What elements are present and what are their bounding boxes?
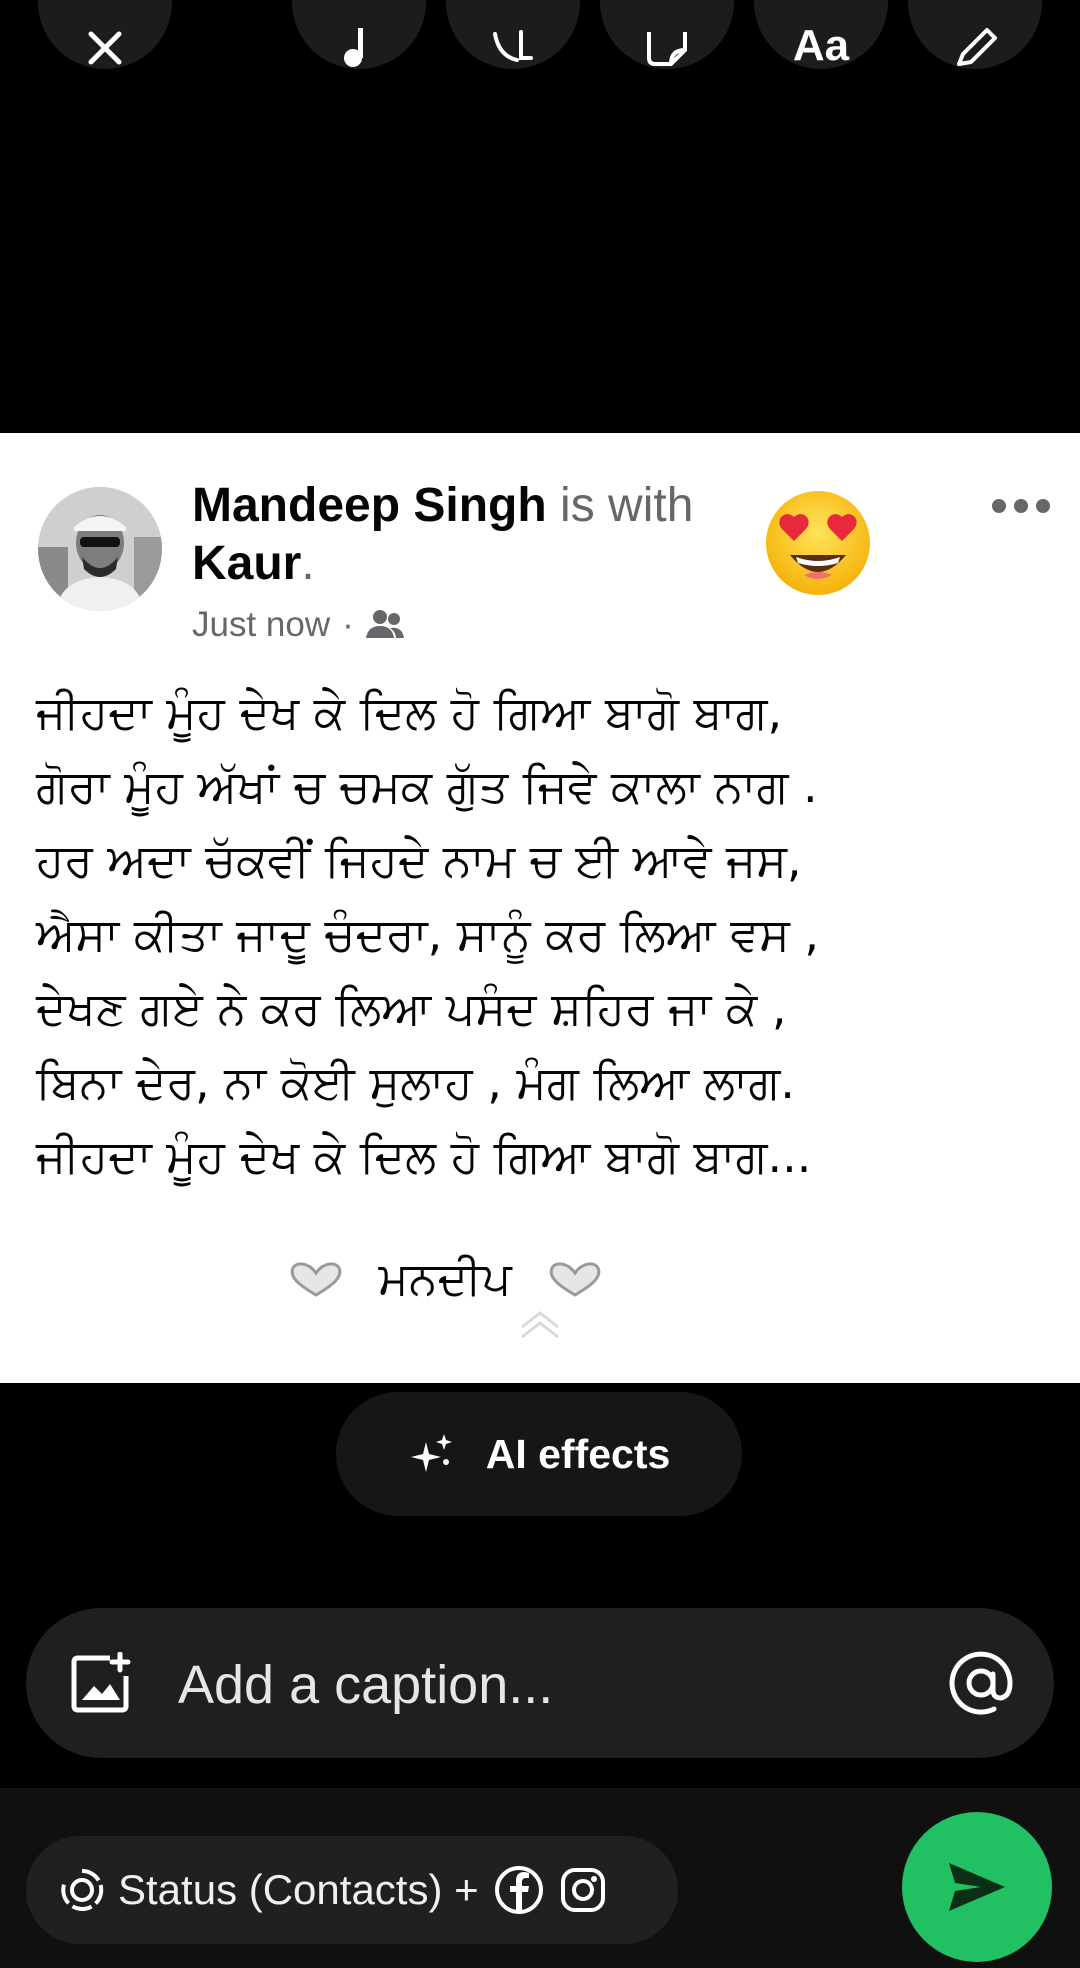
heart-eyes-emoji: [766, 491, 870, 595]
send-button[interactable]: [902, 1812, 1052, 1962]
tagged-suffix: .: [301, 537, 315, 590]
share-destination-button[interactable]: Status (Contacts) +: [26, 1836, 678, 1944]
avatar: [38, 487, 162, 611]
add-photo-icon[interactable]: [70, 1652, 132, 1714]
poem-line: ਗੋਰਾ ਮੂੰਹ ਅੱਖਾਂ ਚ ਚਮਕ ਗੁੱਤ ਜਿਵੇ ਕਾਲਾ ਨਾਗ…: [36, 759, 818, 813]
text-button[interactable]: Aa: [754, 0, 888, 70]
at-icon[interactable]: [948, 1650, 1014, 1716]
poem-line: ਐਸਾ ਕੀਤਾ ਜਾਦੂ ਚੰਦਰਾ, ਸਾਨੂੰ ਕਰ ਲਿਆ ਵਸ ,: [36, 907, 819, 961]
poem-line: ਹਰ ਅਦਾ ਚੱਕਵੀਂ ਜਿਹਦੇ ਨਾਮ ਚ ਈ ਆਵੇ ਜਸ,: [36, 833, 802, 887]
poem-line: ਦੇਖਣ ਗਏ ਨੇ ਕਰ ਲਿਆ ਪਸੰਦ ਸ਼ਹਿਰ ਜਾ ਕੇ ,: [36, 981, 787, 1035]
crop-rotate-button[interactable]: [446, 0, 580, 69]
ai-effects-label: AI effects: [485, 1430, 671, 1477]
bottom-bar: Status (Contacts) +: [0, 1788, 1080, 1968]
post-header: Mandeep Singh is with Kaur.: [192, 477, 752, 593]
chevron-up-icon[interactable]: [518, 1309, 562, 1339]
friends-icon: [365, 610, 404, 638]
poem-line: ਜੀਹਦਾ ਮੂੰਹ ਦੇਖ ਕੇ ਦਿਲ ਹੋ ਗਿਆ ਬਾਗੋ ਬਾਗ,: [36, 685, 783, 739]
text-label: Aa: [792, 21, 850, 70]
post-time: Just now: [192, 605, 331, 644]
author-name[interactable]: Mandeep Singh: [192, 479, 547, 532]
sticker-icon: [647, 32, 687, 66]
draw-button[interactable]: [908, 0, 1042, 69]
close-button[interactable]: [38, 0, 172, 69]
ai-effects-button[interactable]: AI effects: [336, 1392, 742, 1516]
music-icon: [344, 28, 363, 67]
pencil-icon: [957, 28, 997, 66]
sparkles-icon: [410, 1434, 452, 1472]
facebook-icon: [494, 1866, 543, 1914]
crop-rotate-icon: [493, 30, 533, 62]
signature-text: ਮਨਦੀਪ: [378, 1251, 512, 1305]
shared-post-card[interactable]: Mandeep Singh is with Kaur. Just now · ਜ…: [0, 433, 1080, 1383]
status-icon: [61, 1868, 104, 1911]
meta-separator: ·: [342, 605, 354, 644]
sticker-button[interactable]: [600, 0, 734, 69]
close-icon: [88, 31, 122, 65]
poem-line: ਜੀਹਦਾ ਮੂੰਹ ਦੇਖ ਕੇ ਦਿਲ ਹੋ ਗਿਆ ਬਾਗੋ ਬਾਗ...: [36, 1129, 812, 1183]
caption-bar[interactable]: Add a caption...: [26, 1608, 1054, 1758]
poem-line: ਬਿਨਾ ਦੇਰ, ਨਾ ਕੋਈ ਸੁਲਾਹ , ਮੰਗ ਲਿਆ ਲਾਗ.: [36, 1055, 795, 1109]
more-options-button[interactable]: [992, 499, 1050, 513]
music-button[interactable]: [292, 0, 426, 69]
signature-line: ਮਨਦੀਪ: [280, 1251, 610, 1307]
instagram-icon: [560, 1868, 605, 1912]
post-meta: Just now ·: [192, 605, 404, 645]
tagged-name[interactable]: Kaur: [192, 537, 301, 590]
post-text: ਜੀਹਦਾ ਮੂੰਹ ਦੇਖ ਕੇ ਦਿਲ ਹੋ ਗਿਆ ਬਾਗੋ ਬਾਗ, ਗ…: [36, 675, 1056, 1193]
share-destination-label: Status (Contacts) +: [118, 1866, 479, 1913]
heart-hands-icon: [549, 1262, 600, 1297]
heart-hands-icon: [290, 1262, 341, 1297]
send-icon: [949, 1863, 1005, 1911]
caption-input[interactable]: Add a caption...: [178, 1654, 553, 1716]
with-text: is with: [560, 479, 694, 532]
